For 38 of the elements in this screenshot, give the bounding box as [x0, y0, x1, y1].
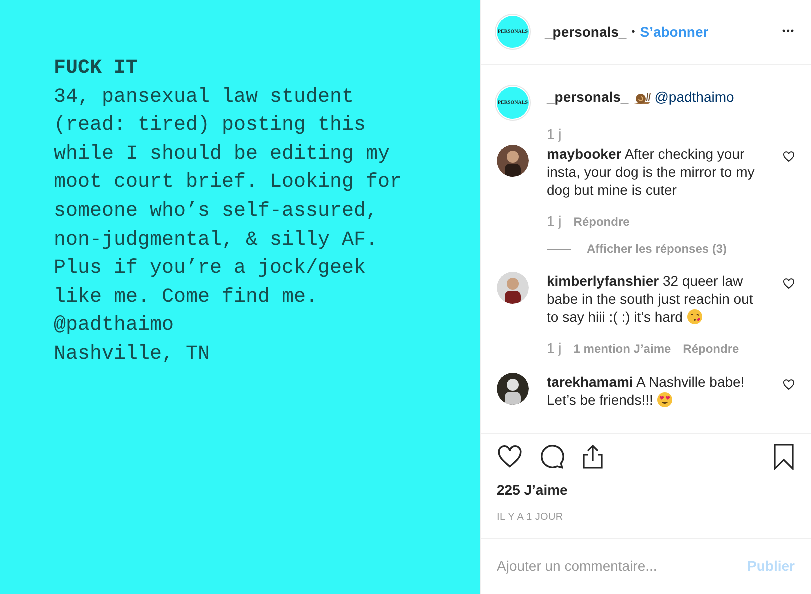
- post-date: IL Y A 1 JOUR: [497, 511, 564, 525]
- like-icon[interactable]: [497, 444, 523, 470]
- comment-time: 1 j: [547, 339, 562, 358]
- post-text-line: non-judgmental, & silly AF.: [54, 228, 380, 254]
- username-link[interactable]: _personals_: [545, 22, 627, 42]
- reply-button[interactable]: Répondre: [683, 338, 740, 359]
- post-text-line: like me. Come find me.: [54, 284, 320, 311]
- comment-text: kimberlyfanshier 32 queer law babe in the south just reachin out to say hiii :( :) it’s hard: [547, 272, 754, 326]
- post-text-line: (read: tired) posting this: [54, 113, 368, 140]
- post-text-line: Nashville, TN: [54, 342, 212, 368]
- post-title: FUCK IT: [54, 56, 140, 82]
- kissing-face-icon: [686, 309, 703, 325]
- comment-time: 1 j: [547, 125, 563, 144]
- separator: •: [632, 26, 636, 40]
- post-text-line: 34, pansexual law student: [54, 84, 356, 111]
- post-text-line: moot court brief. Looking for: [54, 170, 404, 196]
- like-icon[interactable]: [783, 278, 795, 290]
- like-icon[interactable]: [783, 379, 795, 391]
- comment-text: maybooker After checking your insta, your dog is the mirror to my dog but mine is cuter: [547, 145, 756, 199]
- comment-time: 1 j: [547, 212, 562, 231]
- more-button[interactable]: •••: [782, 25, 795, 39]
- follow-link[interactable]: S’abonner: [640, 22, 709, 42]
- comment-text: tarekhamami A Nashville babe! Let’s be friends!!!: [547, 373, 746, 409]
- post-text-line: while I should be editing my: [54, 142, 392, 168]
- mention-link[interactable]: @padthaimo: [654, 87, 734, 108]
- post-text-line: someone who’s self-assured,: [54, 198, 380, 225]
- post-text-line: @padthaimo: [54, 313, 176, 340]
- share-icon[interactable]: [581, 444, 605, 470]
- comment-icon[interactable]: [539, 444, 565, 470]
- username-link[interactable]: _personals_: [547, 87, 629, 108]
- likes-count: 225 J’aime: [497, 481, 569, 500]
- view-replies-button[interactable]: Afficher les réponses (3): [587, 240, 728, 258]
- bookmark-icon[interactable]: [773, 444, 795, 470]
- reply-button[interactable]: Répondre: [574, 211, 630, 232]
- post-text-line: Plus if you’re a jock/geek: [54, 256, 368, 282]
- likes-button[interactable]: 1 mention J’aime: [574, 338, 672, 359]
- like-icon[interactable]: [783, 151, 795, 163]
- heart-eyes-face-icon: [657, 392, 674, 408]
